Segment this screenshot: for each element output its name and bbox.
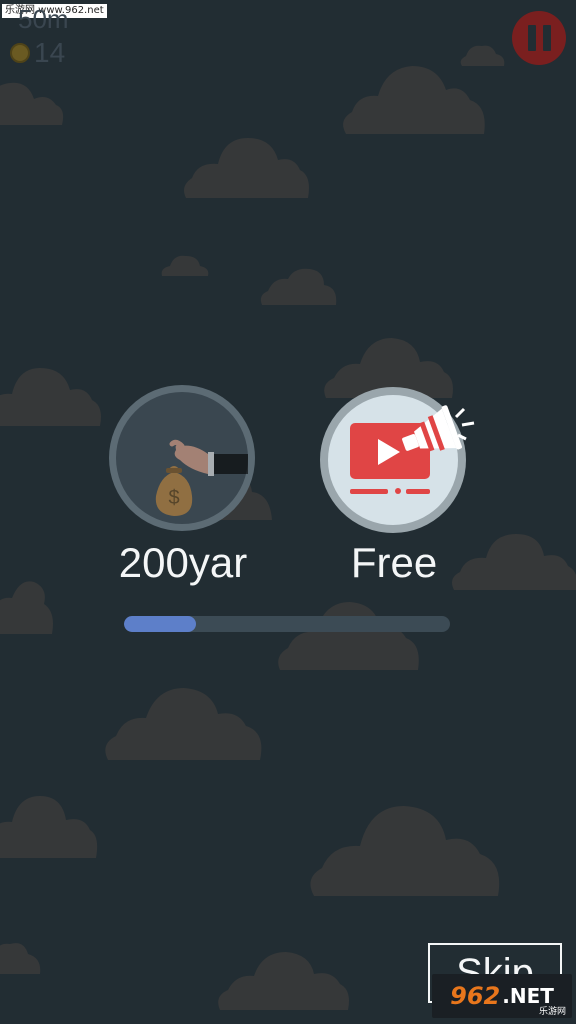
cloud-decoration [0,368,101,426]
progress-fill [124,616,196,632]
coin-count: 14 [34,37,66,68]
buy-continue-button[interactable]: $ [109,385,255,531]
coin-icon [10,43,30,63]
cloud-decoration [343,66,485,134]
pause-icon [527,25,536,51]
video-ad-megaphone-icon [350,405,475,494]
buy-continue-label: 200yar [118,539,248,586]
buy-continue-circle: $ [116,392,248,524]
watermark-number: 962 [450,982,501,1010]
cloud-decoration [0,796,98,858]
cloud-decoration [278,602,419,670]
cloud-decoration [0,581,53,634]
distance-counter: 50m [18,6,69,30]
cloud-decoration [0,943,41,974]
cloud-decoration [161,255,209,276]
coin-counter: 14 [10,38,65,68]
money-bag-hand-icon: $ [155,439,248,516]
countdown-progress-bar [124,616,450,632]
cloud-decoration [260,268,337,305]
svg-text:$: $ [168,487,179,509]
cloud-decoration [310,806,500,896]
watch-video-circle [328,395,475,525]
watch-video-label: Free [350,539,438,586]
pause-icon [542,25,551,51]
cloud-decoration [184,138,309,198]
watch-video-button[interactable] [320,387,475,533]
cloud-decoration [0,82,64,125]
watermark-subtext: 乐游网 [538,1007,566,1017]
pause-button[interactable] [512,11,566,65]
cloud-decoration [218,952,349,1010]
watermark-logo: 962 .NET 乐游网 [432,974,572,1018]
cloud-decoration [105,688,262,760]
